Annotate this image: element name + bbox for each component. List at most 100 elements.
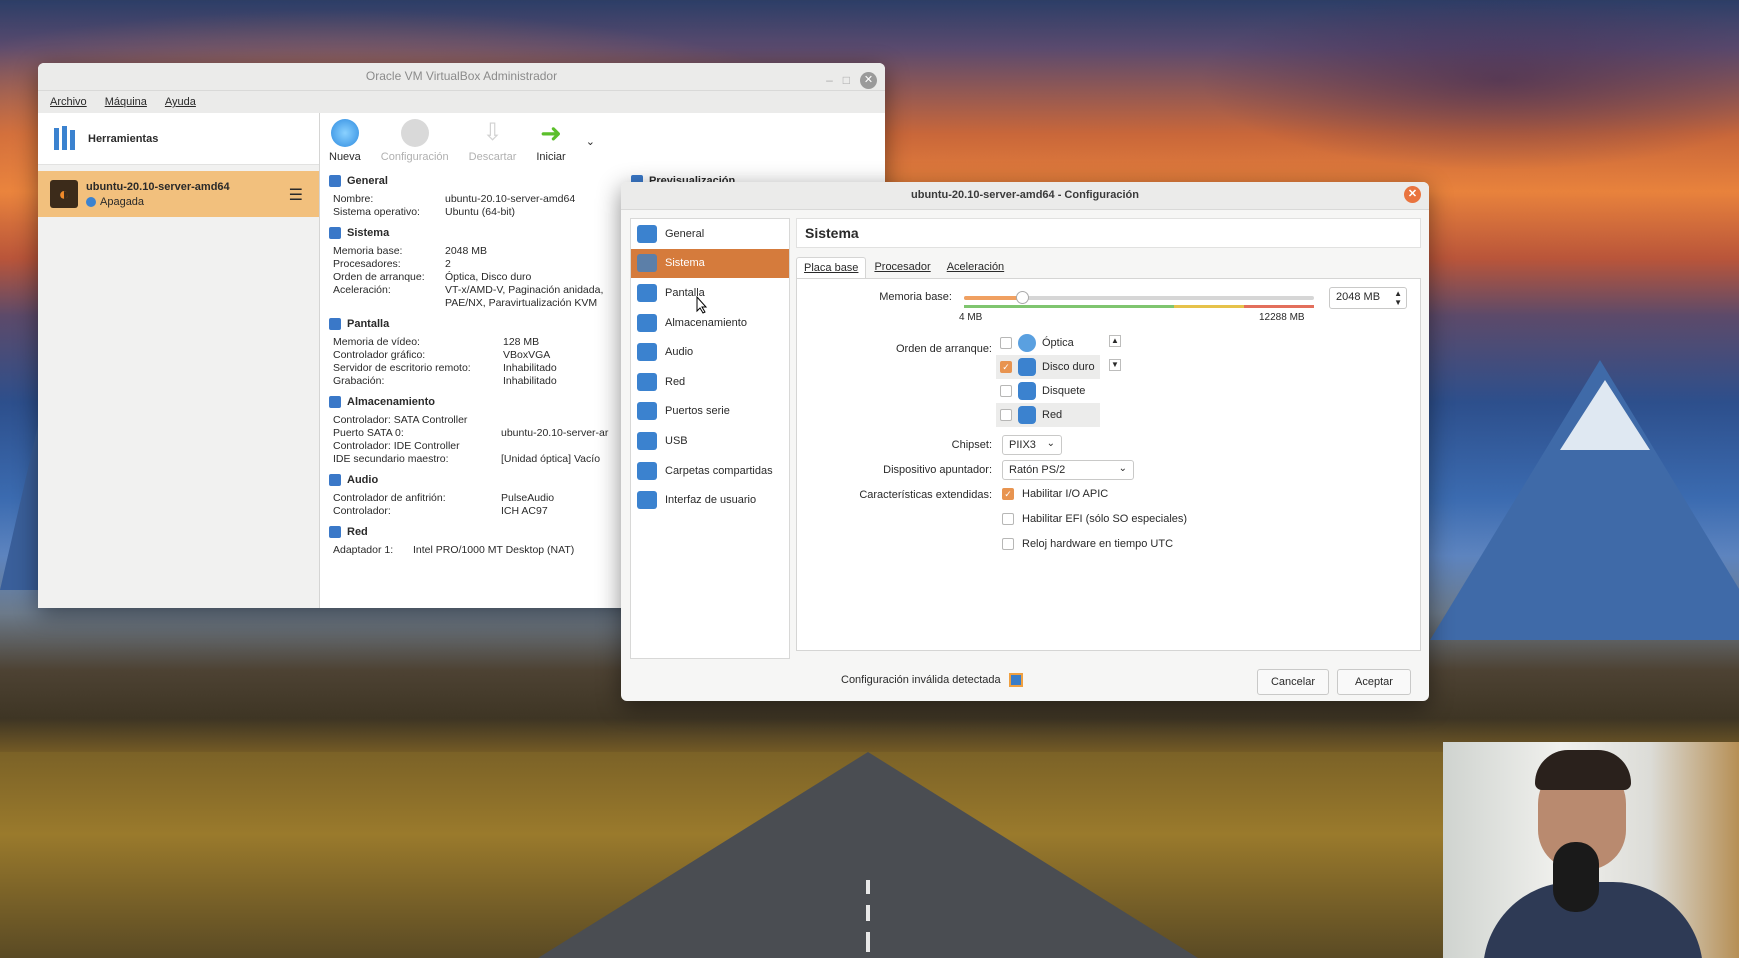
start-button[interactable]: ➜ Iniciar <box>536 119 565 163</box>
boot-checkbox[interactable] <box>1000 409 1012 421</box>
memory-spinbox[interactable]: 2048 MB ▲ ▼ <box>1329 287 1407 309</box>
user-interface-icon <box>637 491 657 510</box>
vm-state: Apagada <box>100 195 145 208</box>
nav-usb[interactable]: USB <box>631 426 789 456</box>
detail-key: Controlador de anfitrión: <box>333 492 446 504</box>
chevron-down-icon: ⌄ <box>1118 463 1127 474</box>
maximize-icon[interactable]: □ <box>843 67 850 93</box>
detail-key: Adaptador 1: <box>333 544 394 556</box>
accept-button[interactable]: Aceptar <box>1337 669 1411 695</box>
page-title: Sistema <box>796 218 1421 248</box>
memory-slider[interactable] <box>964 291 1314 304</box>
menu-maquina[interactable]: Máquina <box>105 91 147 113</box>
detail-key: Puerto SATA 0: <box>333 427 404 439</box>
nav-red[interactable]: Red <box>631 367 789 397</box>
warning-icon[interactable] <box>1008 673 1023 687</box>
boot-item-optica[interactable]: Óptica <box>996 331 1100 355</box>
new-button[interactable]: Nueva <box>329 119 361 163</box>
detail-key: Controlador: IDE Controller <box>333 440 460 452</box>
warning-text: Configuración inválida detectada <box>841 674 1001 686</box>
title-bar[interactable]: Oracle VM VirtualBox Administrador – □ ✕ <box>38 63 885 91</box>
invalid-config-warning[interactable]: Configuración inválida detectada <box>841 673 1023 687</box>
chipset-value: PIIX3 <box>1009 439 1036 451</box>
storage-title: Almacenamiento <box>347 396 436 408</box>
gear-icon <box>400 119 429 147</box>
webcam-person-hair <box>1535 750 1631 790</box>
nav-label: Sistema <box>665 257 705 270</box>
ubuntu-os-icon: ◐ <box>50 180 78 208</box>
memory-value: 2048 MB <box>1336 291 1381 303</box>
detail-key: Controlador: SATA Controller <box>333 414 468 426</box>
tab-procesador[interactable]: Procesador <box>866 256 938 278</box>
minimize-icon[interactable]: – <box>826 67 833 93</box>
boot-item-disquete[interactable]: Disquete <box>996 379 1100 403</box>
detail-key: IDE secundario maestro: <box>333 453 449 465</box>
utc-checkbox[interactable] <box>1002 538 1014 550</box>
audio-icon <box>329 474 341 486</box>
boot-item-red[interactable]: Red <box>996 403 1100 427</box>
detail-key: Memoria base: <box>333 245 403 257</box>
efi-checkbox[interactable] <box>1002 513 1014 525</box>
dialog-title-bar[interactable]: ubuntu-20.10-server-amd64 - Configuració… <box>621 182 1429 210</box>
detail-key: Aceleración: <box>333 284 391 296</box>
boot-checkbox[interactable]: ✓ <box>1000 361 1012 373</box>
io-apic-option[interactable]: ✓ Habilitar I/O APIC <box>1002 488 1108 500</box>
vm-list-item[interactable]: ◐ ubuntu-20.10-server-amd64 Apagada ☰ <box>38 171 319 217</box>
settings-category-list: General Sistema Pantalla Almacenamiento … <box>630 218 790 659</box>
discard-label: Descartar <box>468 151 517 163</box>
nav-sistema[interactable]: Sistema <box>631 248 789 279</box>
nav-almacenamiento[interactable]: Almacenamiento <box>631 308 789 338</box>
efi-option[interactable]: Habilitar EFI (sólo SO especiales) <box>1002 513 1187 525</box>
detail-key: Memoria de vídeo: <box>333 336 420 348</box>
discard-button[interactable]: ⇩ Descartar <box>469 119 517 163</box>
menu-ayuda[interactable]: Ayuda <box>165 91 196 113</box>
efi-label: Habilitar EFI (sólo SO especiales) <box>1022 513 1188 525</box>
extended-features-label: Características extendidas: <box>859 489 992 501</box>
boot-checkbox[interactable] <box>1000 385 1012 397</box>
cancel-button[interactable]: Cancelar <box>1257 669 1329 695</box>
boot-item-disco-duro[interactable]: ✓ Disco duro <box>996 355 1100 379</box>
io-apic-checkbox[interactable]: ✓ <box>1002 488 1014 500</box>
window-title: Oracle VM VirtualBox Administrador <box>365 69 558 83</box>
menu-archivo[interactable]: Archivo <box>50 91 87 113</box>
start-dropdown-chevron-icon[interactable]: ⌄ <box>586 135 595 148</box>
tab-aceleracion[interactable]: Aceleración <box>939 256 1012 278</box>
mouse-cursor-icon <box>696 296 708 314</box>
pointing-device-label: Dispositivo apuntador: <box>883 464 992 476</box>
settings-dialog: ubuntu-20.10-server-amd64 - Configuració… <box>621 182 1429 701</box>
chipset-select[interactable]: PIIX3 ⌄ <box>1002 435 1062 455</box>
settings-button[interactable]: Configuración <box>381 119 449 163</box>
nav-audio[interactable]: Audio <box>631 337 789 367</box>
memory-slider-handle[interactable] <box>1016 291 1030 304</box>
tools-item[interactable]: Herramientas <box>38 113 319 165</box>
spin-arrows-icon[interactable]: ▲ ▼ <box>1394 289 1402 307</box>
pointing-device-select[interactable]: Ratón PS/2 ⌄ <box>1002 460 1134 480</box>
settings-label: Configuración <box>380 151 449 163</box>
utc-clock-option[interactable]: Reloj hardware en tiempo UTC <box>1002 538 1173 550</box>
nav-puertos-serie[interactable]: Puertos serie <box>631 397 789 427</box>
tab-placa-base[interactable]: Placa base <box>796 257 867 278</box>
tools-label: Herramientas <box>88 132 159 145</box>
system-title: Sistema <box>347 227 390 239</box>
nav-label: Puertos serie <box>665 405 730 418</box>
chevron-down-icon: ⌄ <box>1046 438 1055 449</box>
nav-pantalla[interactable]: Pantalla <box>631 278 789 308</box>
move-down-button[interactable]: ▼ <box>1109 359 1121 371</box>
nav-carpetas-compartidas[interactable]: Carpetas compartidas <box>631 456 789 486</box>
close-icon[interactable]: ✕ <box>1404 186 1421 203</box>
detail-key: Procesadores: <box>333 258 401 270</box>
new-label: Nueva <box>329 151 361 163</box>
vm-details-menu-icon[interactable]: ☰ <box>289 185 303 205</box>
motherboard-panel: Memoria base: 4 MB 12288 MB 2048 MB ▲ ▼ O… <box>796 278 1421 651</box>
general-icon <box>329 175 341 187</box>
close-icon[interactable]: ✕ <box>860 71 877 89</box>
microphone-icon <box>1553 842 1599 912</box>
serial-port-icon <box>637 402 657 421</box>
boot-checkbox[interactable] <box>1000 337 1012 349</box>
nav-interfaz-usuario[interactable]: Interfaz de usuario <box>631 485 789 515</box>
general-icon <box>637 224 657 243</box>
nav-label: USB <box>665 434 688 447</box>
usb-icon <box>637 431 657 450</box>
nav-general[interactable]: General <box>631 219 789 249</box>
move-up-button[interactable]: ▲ <box>1109 335 1121 347</box>
